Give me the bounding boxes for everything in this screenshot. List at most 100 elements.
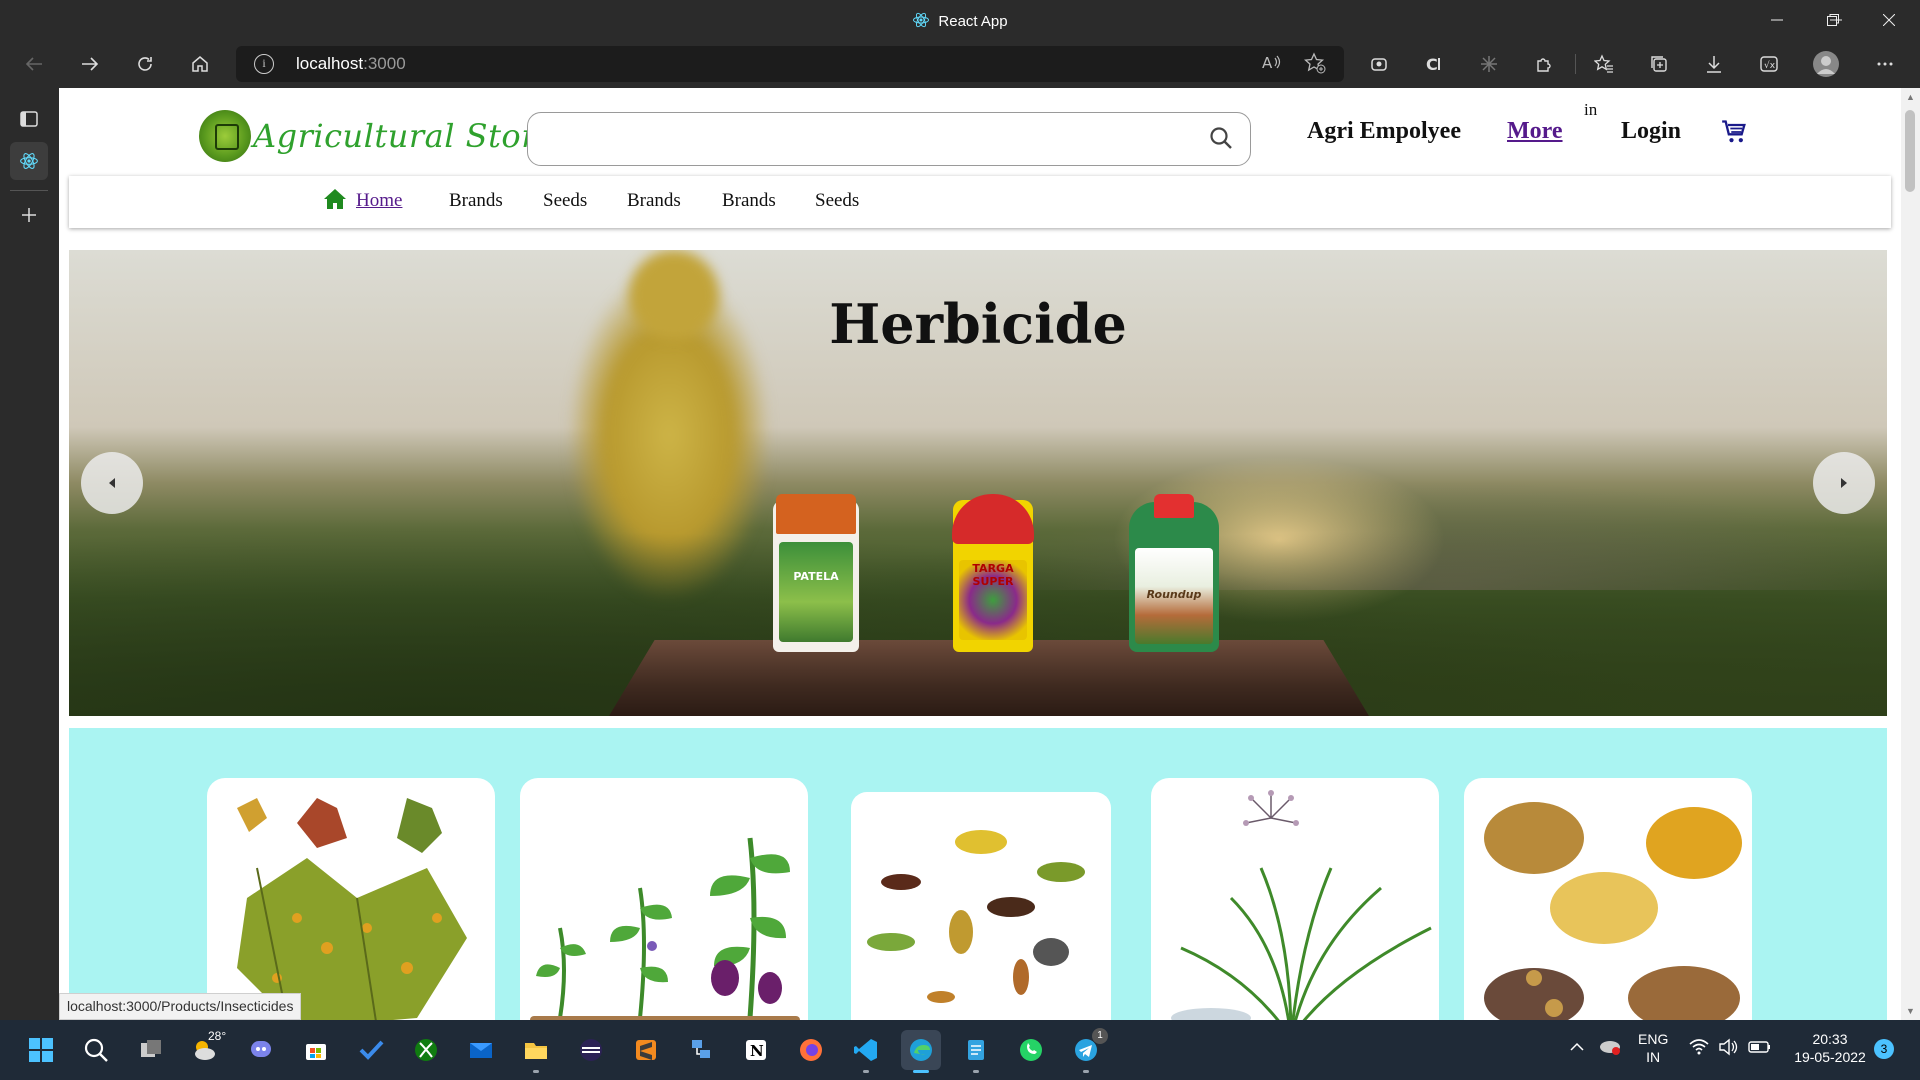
category-card-seeds[interactable] (1464, 778, 1752, 1020)
minimize-window-button[interactable] (1749, 0, 1805, 40)
nav-brands-1[interactable]: Brands (449, 190, 503, 212)
address-url[interactable]: localhost:3000 (296, 54, 406, 74)
page-scrollbar[interactable]: ▲ ▼ (1901, 88, 1920, 1020)
edge-icon[interactable] (901, 1030, 941, 1073)
scrollbar-thumb[interactable] (1905, 110, 1915, 192)
microsoft-store-icon[interactable] (296, 1030, 336, 1070)
read-aloud-icon[interactable]: A (1260, 52, 1282, 79)
tab-actions-icon[interactable] (10, 100, 48, 138)
file-explorer-icon[interactable] (516, 1030, 556, 1073)
search-input[interactable] (544, 125, 1184, 153)
active-indicator (913, 1070, 929, 1073)
logo-text: Agricultural Store (253, 117, 557, 155)
nav-home[interactable]: Home (356, 190, 402, 212)
store-logo[interactable]: Agricultural Store (199, 104, 556, 168)
vscode-icon[interactable] (846, 1030, 886, 1073)
task-view-icon[interactable] (131, 1030, 171, 1070)
eclipse-icon[interactable] (571, 1030, 611, 1070)
extensions-puzzle-icon[interactable] (1529, 50, 1559, 78)
extension-2-icon[interactable]: C (1419, 50, 1449, 78)
nav-brands-3[interactable]: Brands (722, 190, 776, 212)
restore-window-button[interactable] (1805, 0, 1861, 40)
carousel-prev-button[interactable] (81, 452, 143, 514)
start-icon[interactable] (21, 1030, 61, 1070)
product-name: TARGA SUPER (972, 562, 1014, 588)
svg-text:√x: √x (1764, 60, 1776, 71)
more-link[interactable]: More (1507, 118, 1563, 145)
notion-icon[interactable]: N (736, 1030, 776, 1070)
onedrive-icon[interactable] (1598, 1036, 1622, 1059)
banner-headline: Herbicide (829, 292, 1127, 356)
math-solver-icon[interactable]: √x (1754, 50, 1784, 78)
more-menu-icon[interactable] (1870, 50, 1900, 78)
extension-3-icon[interactable] (1474, 50, 1504, 78)
clock[interactable]: 20:33 19-05-2022 (1790, 1030, 1870, 1066)
vertical-sidebar (0, 88, 59, 1020)
tray-overflow-icon[interactable] (1568, 1038, 1586, 1059)
volume-icon[interactable] (1718, 1038, 1740, 1059)
todo-icon[interactable] (351, 1030, 391, 1070)
home-icon[interactable] (180, 46, 220, 82)
notepad-icon[interactable] (956, 1030, 996, 1073)
telegram-icon[interactable]: 1 (1066, 1028, 1108, 1073)
region-code: IN (1646, 1049, 1661, 1065)
teams-chat-icon[interactable] (241, 1030, 281, 1070)
collections-icon[interactable] (1644, 50, 1674, 78)
downloads-icon[interactable] (1699, 50, 1729, 78)
carousel-next-button[interactable] (1813, 452, 1875, 514)
agri-employee-link[interactable]: Agri Empolyee (1307, 118, 1461, 145)
language-indicator[interactable]: ENG IN (1638, 1030, 1668, 1066)
cart-icon[interactable] (1721, 118, 1749, 151)
product-patela[interactable]: PATELA (773, 494, 859, 652)
add-favorite-icon[interactable] (1303, 52, 1326, 79)
scroll-down-icon[interactable]: ▼ (1901, 1006, 1920, 1016)
weather-temp: 28° (208, 1029, 227, 1043)
firefox-icon[interactable] (791, 1030, 831, 1070)
window-titlebar: React App (0, 0, 1920, 40)
home-nav-icon[interactable] (323, 188, 347, 215)
nav-brands-2[interactable]: Brands (627, 190, 681, 212)
profile-avatar[interactable] (1811, 50, 1841, 78)
address-bar[interactable]: i localhost:3000 A (236, 46, 1344, 82)
nav-seeds-1[interactable]: Seeds (543, 190, 587, 212)
bottle-label (779, 542, 853, 642)
sidebar-divider (10, 190, 48, 191)
battery-icon[interactable] (1748, 1038, 1772, 1059)
react-app-tab[interactable] (10, 142, 48, 180)
superscript-in: in (1584, 100, 1598, 119)
new-tab-icon[interactable] (10, 196, 48, 234)
toolbar-divider (1575, 54, 1576, 74)
running-indicator (1083, 1070, 1089, 1073)
xbox-icon[interactable] (406, 1030, 446, 1070)
nav-seeds-2[interactable]: Seeds (815, 190, 859, 212)
taskbar-search-icon[interactable] (76, 1030, 116, 1070)
language-code: ENG (1638, 1031, 1669, 1047)
scroll-up-icon[interactable]: ▲ (1901, 92, 1920, 102)
category-card-leaf-disease[interactable] (207, 778, 495, 1020)
weather-widget[interactable]: 28° (186, 1029, 227, 1070)
mail-icon[interactable] (461, 1030, 501, 1070)
forward-icon[interactable] (70, 46, 110, 82)
login-link[interactable]: Login (1621, 118, 1681, 145)
site-info-icon[interactable]: i (254, 54, 274, 74)
back-icon[interactable] (14, 46, 54, 82)
notification-badge[interactable]: 3 (1874, 1039, 1894, 1059)
whatsapp-icon[interactable] (1011, 1030, 1051, 1070)
refresh-icon[interactable] (125, 46, 165, 82)
network-app-icon[interactable] (681, 1030, 721, 1070)
search-box[interactable] (527, 112, 1251, 166)
product-roundup[interactable]: Roundup (1129, 494, 1219, 652)
extension-1-icon[interactable] (1364, 50, 1394, 78)
category-card-plant-growth[interactable] (520, 778, 808, 1020)
category-card-weeds[interactable] (1151, 778, 1439, 1020)
product-name: PATELA (793, 570, 839, 583)
product-targa-super[interactable]: TARGA SUPER (952, 494, 1034, 652)
search-icon[interactable] (1208, 125, 1234, 156)
close-window-button[interactable] (1861, 0, 1917, 40)
wifi-icon[interactable] (1688, 1038, 1710, 1059)
favorites-icon[interactable] (1589, 50, 1619, 78)
svg-text:A: A (1262, 54, 1273, 72)
category-card-insects[interactable] (851, 792, 1111, 1020)
hero-carousel: Herbicide PATELA TARGA SUPER Roundup (69, 250, 1887, 716)
sublime-text-icon[interactable] (626, 1030, 666, 1070)
